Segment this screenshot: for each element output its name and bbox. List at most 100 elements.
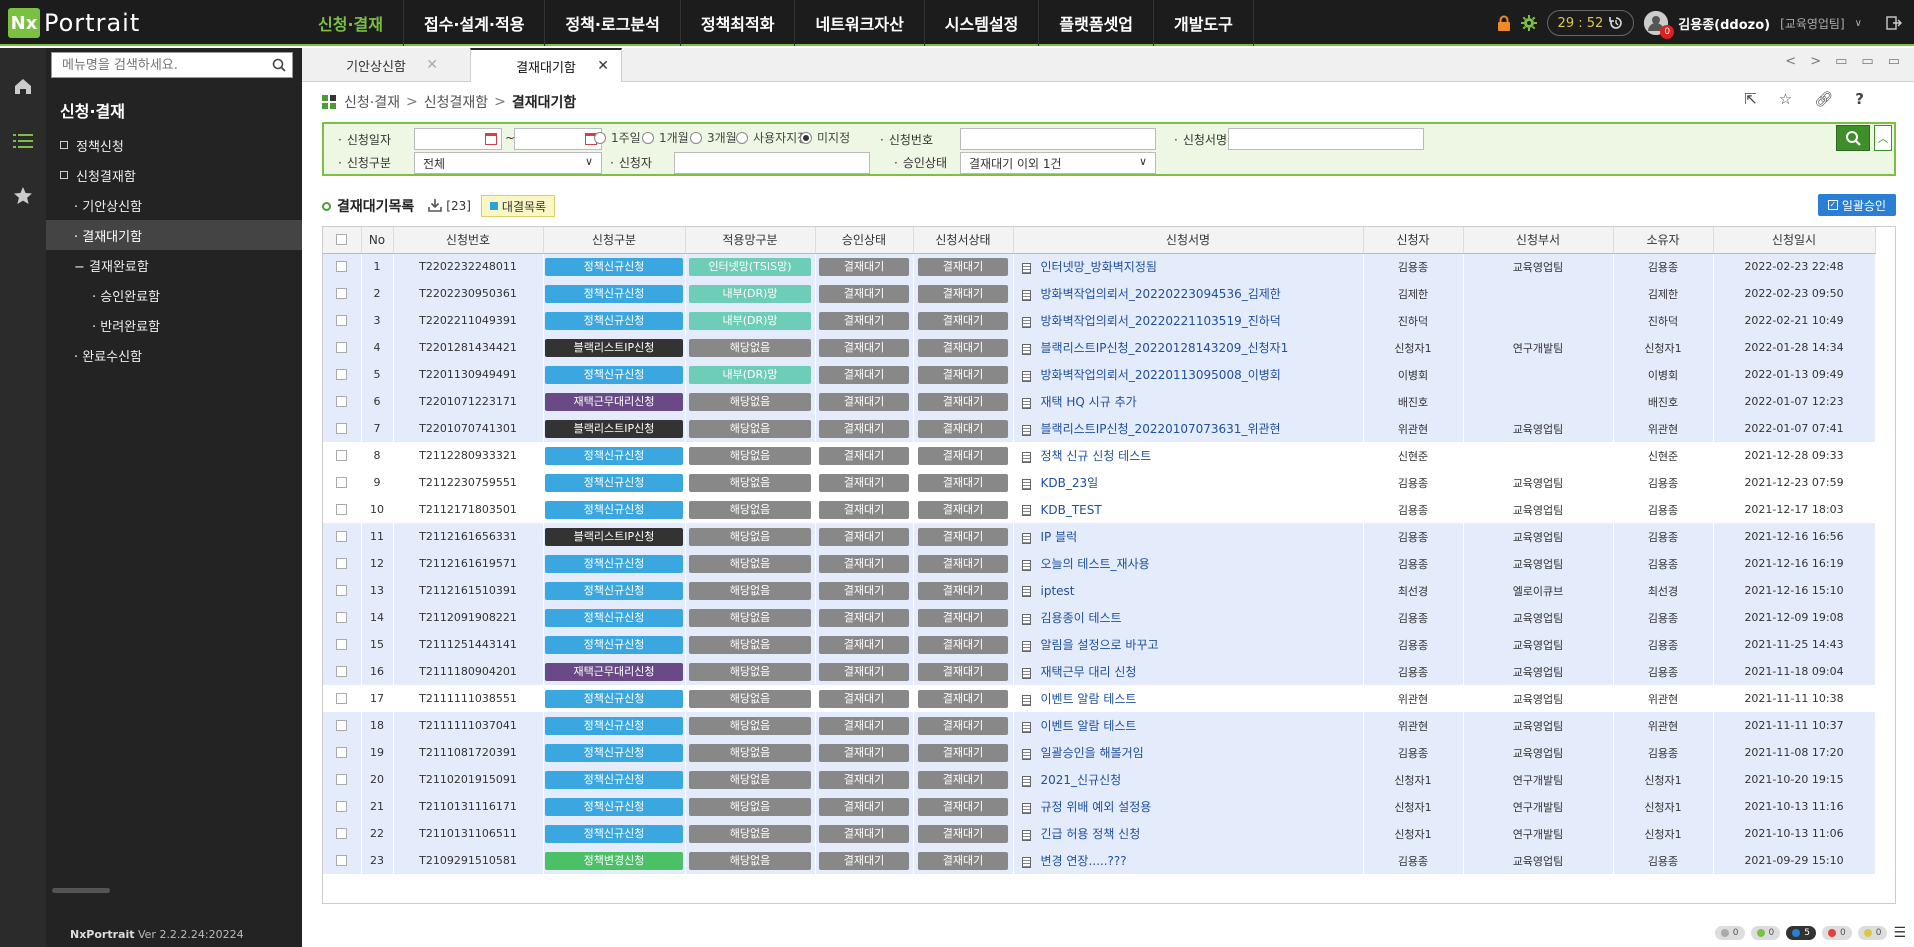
status-counter[interactable]: 5 — [1786, 926, 1816, 940]
row-checkbox-cell[interactable] — [323, 523, 362, 550]
table-row[interactable]: 16 T2111180904201 재택근무대리신청 해당없음 결재대기 결재대기 재택근무… — [323, 658, 1876, 685]
table-row[interactable]: 12 T2112161619571 정책신규신청 해당없음 결재대기 결재대기 오늘의 테스… — [323, 550, 1876, 577]
table-row[interactable]: 9 T2112230759551 정책신규신청 해당없음 결재대기 결재대기 KDB_23일… — [323, 469, 1876, 496]
sidebar-item[interactable]: · 완료수신함 — [46, 340, 302, 370]
column-header[interactable]: 승인상태 — [815, 227, 914, 254]
row-checkbox[interactable] — [336, 774, 348, 785]
chevron-right-icon[interactable]: > — [1810, 54, 1821, 69]
row-checkbox-cell[interactable] — [323, 307, 362, 334]
menu-list-icon[interactable] — [0, 113, 46, 168]
document-name-link[interactable]: 이벤트 알람 테스트 — [1041, 719, 1137, 733]
row-checkbox-cell[interactable] — [323, 361, 362, 388]
document-name-link[interactable]: IP 블럭 — [1041, 530, 1078, 544]
nav-item[interactable]: 신청·결재 — [298, 0, 404, 46]
period-radio[interactable]: 3개월 — [690, 129, 737, 146]
sidebar-item[interactable]: · 기안상신함 — [46, 190, 302, 220]
collapse-filter-button[interactable]: ︿ — [1874, 125, 1892, 151]
close-icon[interactable]: ✕ — [426, 57, 438, 73]
table-row[interactable]: 7 T2201070741301 블랙리스트IP신청 해당없음 결재대기 결재대기 블랙리스… — [323, 415, 1876, 442]
document-name-link[interactable]: 인터넷망_방화벽지정됨 — [1041, 260, 1157, 274]
favorites-star-icon[interactable] — [0, 168, 46, 223]
column-header[interactable]: 신청자 — [1363, 227, 1464, 254]
row-checkbox-cell[interactable] — [323, 442, 362, 469]
document-name-link[interactable]: 방화벽작업의뢰서_20220221103519_진하덕 — [1041, 314, 1281, 328]
favorite-star-icon[interactable]: ☆ — [1779, 90, 1792, 108]
document-name-link[interactable]: KDB_23일 — [1041, 476, 1099, 490]
maximize-icon[interactable]: ▭ — [1861, 54, 1873, 69]
document-name-link[interactable]: 오늘의 테스트_재사용 — [1041, 557, 1150, 571]
document-name-link[interactable]: 2021_신규신청 — [1041, 773, 1122, 787]
row-checkbox[interactable] — [336, 585, 348, 596]
table-row[interactable]: 6 T2201071223171 재택근무대리신청 해당없음 결재대기 결재대기 재택 HQ… — [323, 388, 1876, 415]
chevron-left-icon[interactable]: < — [1785, 54, 1796, 69]
gear-icon[interactable] — [1520, 15, 1537, 31]
column-header[interactable]: 신청서명 — [1013, 227, 1364, 254]
column-header[interactable]: No — [361, 227, 394, 254]
radio-circle[interactable] — [800, 131, 812, 144]
document-name-link[interactable]: 방화벽작업의뢰서_20220113095008_이병회 — [1041, 368, 1281, 382]
breadcrumb-mid[interactable]: 신청결재함 — [424, 92, 488, 112]
table-row[interactable]: 14 T2112091908221 정책신규신청 해당없음 결재대기 결재대기 김용종이 테… — [323, 604, 1876, 631]
nav-item[interactable]: 개발도구 — [1154, 0, 1254, 46]
nav-item[interactable]: 플랫폼셋업 — [1039, 0, 1155, 46]
back-to-list-icon[interactable]: ⇱ — [1744, 90, 1757, 108]
row-checkbox-cell[interactable] — [323, 469, 362, 496]
document-name-link[interactable]: 긴급 허용 정책 신청 — [1041, 827, 1141, 841]
period-radio[interactable]: 미지정 — [800, 129, 850, 146]
row-checkbox-cell[interactable] — [323, 280, 362, 307]
table-row[interactable]: 22 T2110131106511 정책신규신청 해당없음 결재대기 결재대기 긴급 허용 … — [323, 820, 1876, 847]
document-name-link[interactable]: 변경 연장.....??? — [1041, 854, 1127, 868]
table-row[interactable]: 10 T2112171803501 정책신규신청 해당없음 결재대기 결재대기 KDB_TE… — [323, 496, 1876, 523]
table-row[interactable]: 23 T2109291510581 정책변경신청 해당없음 결재대기 결재대기 변경 연장.… — [323, 847, 1876, 874]
column-header[interactable]: 신청일시 — [1713, 227, 1876, 254]
document-name-link[interactable]: 블랙리스트IP신청_20220128143209_신청자1 — [1041, 341, 1289, 355]
nav-item[interactable]: 정책·로그분석 — [545, 0, 681, 46]
popup-icon[interactable]: ▭ — [1888, 54, 1900, 69]
tab-draft-box[interactable]: 기안상신함 ✕ — [302, 48, 450, 82]
row-checkbox-cell[interactable] — [323, 496, 362, 523]
refresh-timer-icon[interactable] — [1609, 16, 1623, 30]
row-checkbox-cell[interactable] — [323, 253, 362, 280]
row-checkbox[interactable] — [336, 666, 348, 677]
nav-item[interactable]: 접수·설계·적용 — [404, 0, 546, 46]
row-checkbox[interactable] — [336, 423, 348, 434]
table-row[interactable]: 8 T2112280933321 정책신규신청 해당없음 결재대기 결재대기 정책 신규 신… — [323, 442, 1876, 469]
select-all-checkbox-cell[interactable] — [323, 227, 362, 254]
row-checkbox[interactable] — [336, 504, 348, 515]
document-name-link[interactable]: 재택근무 대리 신청 — [1041, 665, 1137, 679]
document-name-link[interactable]: 김용종이 테스트 — [1041, 611, 1122, 625]
row-checkbox[interactable] — [336, 477, 348, 488]
row-checkbox[interactable] — [336, 396, 348, 407]
bulk-approve-button[interactable]: ✓ 일괄승인 — [1817, 194, 1896, 216]
row-checkbox[interactable] — [336, 612, 348, 623]
close-icon[interactable]: ✕ — [597, 58, 609, 74]
nav-item[interactable]: 네트워크자산 — [795, 0, 925, 46]
radio-circle[interactable] — [594, 131, 606, 144]
row-checkbox-cell[interactable] — [323, 388, 362, 415]
lock-icon[interactable] — [1497, 15, 1511, 31]
row-checkbox[interactable] — [336, 450, 348, 461]
menu-icon[interactable]: ☰ — [1893, 925, 1906, 941]
search-icon[interactable] — [266, 58, 292, 72]
sidebar-item[interactable]: 신청결재함 — [46, 160, 302, 190]
column-header[interactable]: 적용망구분 — [685, 227, 816, 254]
table-row[interactable]: 5 T2201130949491 정책신규신청 내부(DR)망 결재대기 결재대기 방화벽작… — [323, 361, 1876, 388]
breadcrumb-root[interactable]: 신청·결재 — [344, 92, 400, 112]
table-row[interactable]: 13 T2112161510391 정책신규신청 해당없음 결재대기 결재대기 iptest… — [323, 577, 1876, 604]
row-checkbox-cell[interactable] — [323, 415, 362, 442]
download-icon[interactable] — [428, 198, 443, 215]
document-name-link[interactable]: 규정 위배 예외 설정용 — [1041, 800, 1152, 814]
doc-name-input[interactable] — [1228, 128, 1424, 150]
row-checkbox[interactable] — [336, 531, 348, 542]
sidebar-item[interactable]: − 결재완료함 — [46, 250, 302, 280]
radio-circle[interactable] — [642, 131, 654, 144]
table-row[interactable]: 2 T2202230950361 정책신규신청 내부(DR)망 결재대기 결재대기 방화벽작… — [323, 280, 1876, 307]
radio-circle[interactable] — [736, 131, 748, 144]
status-counter[interactable]: 0 — [1857, 926, 1888, 940]
table-row[interactable]: 11 T2112161656331 블랙리스트IP신청 해당없음 결재대기 결재대기 IP … — [323, 523, 1876, 550]
row-checkbox-cell[interactable] — [323, 631, 362, 658]
sidebar-item[interactable]: · 반려완료함 — [46, 310, 302, 340]
row-checkbox[interactable] — [336, 855, 348, 866]
row-checkbox[interactable] — [336, 720, 348, 731]
row-checkbox-cell[interactable] — [323, 766, 362, 793]
